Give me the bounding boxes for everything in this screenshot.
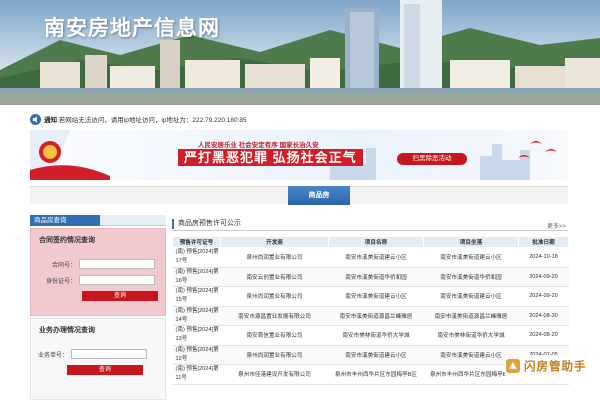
project-location-cell: 南安市美林街道华侨大学城 bbox=[423, 325, 519, 346]
business-number-row: 业务单号： bbox=[27, 349, 147, 359]
notice-lead: 通知 bbox=[44, 117, 57, 124]
permit-number-cell[interactable]: (南) 预售[2024]第17号 bbox=[172, 247, 221, 268]
section-bar: 商品房 bbox=[30, 186, 568, 205]
approval-date-cell: 2024-08-30 bbox=[518, 306, 569, 326]
contract-query-panel: 合同签约情况查询 合同号： 身份证号： 查询 bbox=[30, 228, 166, 316]
site-title[interactable]: 南安房地产信息网 bbox=[44, 12, 220, 42]
table-row[interactable]: (南) 预售[2024]第15号 泉州尚润置业有限公司 南安市溪美街道建云小区 南安市… bbox=[172, 286, 569, 307]
column-header: 批准日期 bbox=[518, 236, 569, 248]
project-location-cell: 南安市溪美街道建云小区 bbox=[423, 247, 519, 268]
business-query-panel: 业务办理情况查询 业务单号： 查询 bbox=[30, 318, 166, 400]
contract-query-button[interactable]: 查询 bbox=[82, 291, 158, 301]
business-query-button[interactable]: 查询 bbox=[67, 365, 143, 375]
column-header: 项目名称 bbox=[328, 236, 424, 248]
promo-activity-button[interactable]: 扫黑除恶活动 bbox=[397, 153, 467, 165]
watermark-text: 闪房管助手 bbox=[524, 361, 587, 373]
table-header-row: 预售许可证号 开发商 项目名称 项目坐落 批准日期 bbox=[172, 236, 569, 248]
more-link[interactable]: 更多>> bbox=[547, 221, 566, 230]
developer-cell: 南安市源昌置业发展有限公司 bbox=[220, 306, 329, 326]
speaker-icon bbox=[30, 113, 41, 125]
project-location-cell: 南安市溪美街道源昌兰峰雅居 bbox=[423, 306, 519, 326]
project-location-cell: 南安市溪美街道建云小区 bbox=[423, 286, 519, 307]
project-location-cell: 南安市溪美街道华侨和园 bbox=[423, 267, 519, 287]
developer-cell: 南安云创置业有限公司 bbox=[220, 267, 329, 287]
project-name-cell[interactable]: 泉州市丰州西华片区东园梅亭B区 bbox=[328, 364, 424, 385]
project-name-cell[interactable]: 南安市美林街道华侨大学城 bbox=[328, 325, 424, 346]
permit-number-cell[interactable]: (南) 预售[2024]第11号 bbox=[172, 364, 221, 385]
developer-cell: 泉州尚润置业有限公司 bbox=[220, 345, 329, 365]
table-row[interactable]: (南) 预售[2024]第13号 南安首信置业有限公司 南安市美林街道华侨大学城 南安… bbox=[172, 325, 569, 346]
approval-date-cell: 2024-08-20 bbox=[518, 325, 569, 346]
business-query-title: 业务办理情况查询 bbox=[39, 327, 95, 334]
sidebar-header-tab[interactable]: 商品房查询 bbox=[30, 215, 100, 226]
developer-cell: 泉州尚润置业有限公司 bbox=[220, 247, 329, 268]
permit-number-cell[interactable]: (南) 预售[2024]第13号 bbox=[172, 325, 221, 346]
project-name-cell[interactable]: 南安市溪美街道建云小区 bbox=[328, 286, 424, 307]
promo-subtitle: 人民安居乐业 社会安定有序 国家长治久安 bbox=[198, 142, 319, 149]
id-number-label: 身份证号： bbox=[45, 278, 76, 285]
permit-number-cell[interactable]: (南) 预售[2024]第15号 bbox=[172, 286, 221, 307]
project-name-cell[interactable]: 南安市溪美街道源昌兰峰雅居 bbox=[328, 306, 424, 326]
column-header: 开发商 bbox=[220, 236, 329, 248]
promo-slogan: 严打黑恶犯罪 弘扬社会正气 bbox=[178, 149, 363, 166]
notice-text: :若网站无法访问，请用ip地址访问，ip地址为：222.79.220.180:8… bbox=[57, 117, 247, 124]
permit-number-cell[interactable]: (南) 预售[2024]第16号 bbox=[172, 267, 221, 287]
developer-cell: 泉州市佳港建设开发有限公司 bbox=[220, 364, 329, 385]
notice-bar: 通知 :若网站无法访问，请用ip地址访问，ip地址为：222.79.220.18… bbox=[30, 112, 247, 126]
id-number-row: 身份证号： bbox=[35, 275, 155, 285]
contract-number-label: 合同号： bbox=[51, 262, 76, 269]
table-row[interactable]: (南) 预售[2024]第14号 南安市源昌置业发展有限公司 南安市溪美街道源昌兰峰… bbox=[172, 306, 569, 326]
presale-list-header: 商品房预售许可公示 更多>> bbox=[172, 219, 568, 231]
permit-number-cell[interactable]: (南) 预售[2024]第14号 bbox=[172, 306, 221, 326]
business-number-input[interactable] bbox=[71, 349, 147, 359]
contract-query-title: 合同签约情况查询 bbox=[39, 237, 95, 244]
sidebar-header: 商品房查询 bbox=[30, 215, 166, 226]
permit-number-cell[interactable]: (南) 预售[2024]第12号 bbox=[172, 345, 221, 365]
presale-list-title: 商品房预售许可公示 bbox=[172, 219, 241, 229]
project-name-cell[interactable]: 南安市溪美街道华侨和园 bbox=[328, 267, 424, 287]
table-row[interactable]: (南) 预售[2024]第17号 泉州尚润置业有限公司 南安市溪美街道建云小区 南安市… bbox=[172, 247, 569, 268]
project-name-cell[interactable]: 南安市溪美街道建云小区 bbox=[328, 345, 424, 365]
watermark-logo-icon bbox=[506, 359, 520, 373]
tab-commercial-housing[interactable]: 商品房 bbox=[288, 186, 350, 205]
approval-date-cell: 2024-09-20 bbox=[518, 267, 569, 287]
contract-number-input[interactable] bbox=[79, 259, 155, 269]
table-row[interactable]: (南) 预售[2024]第16号 南安云创置业有限公司 南安市溪美街道华侨和园 南安市… bbox=[172, 267, 569, 287]
approval-date-cell: 2024-10-18 bbox=[518, 247, 569, 268]
business-number-label: 业务单号： bbox=[37, 352, 68, 359]
developer-cell: 泉州尚润置业有限公司 bbox=[220, 286, 329, 307]
contract-number-row: 合同号： bbox=[35, 259, 155, 269]
column-header: 项目坐落 bbox=[423, 236, 519, 248]
developer-cell: 南安首信置业有限公司 bbox=[220, 325, 329, 346]
header-banner: 南安房地产信息网 bbox=[0, 0, 600, 105]
watermark: 闪房管助手 bbox=[505, 355, 597, 377]
promo-banner[interactable]: 人民安居乐业 社会安定有序 国家长治久安 严打黑恶犯罪 弘扬社会正气 扫黑除恶活… bbox=[30, 130, 568, 180]
project-name-cell[interactable]: 南安市溪美街道建云小区 bbox=[328, 247, 424, 268]
approval-date-cell: 2024-09-20 bbox=[518, 286, 569, 307]
id-number-input[interactable] bbox=[79, 275, 155, 285]
column-header: 预售许可证号 bbox=[172, 236, 221, 248]
